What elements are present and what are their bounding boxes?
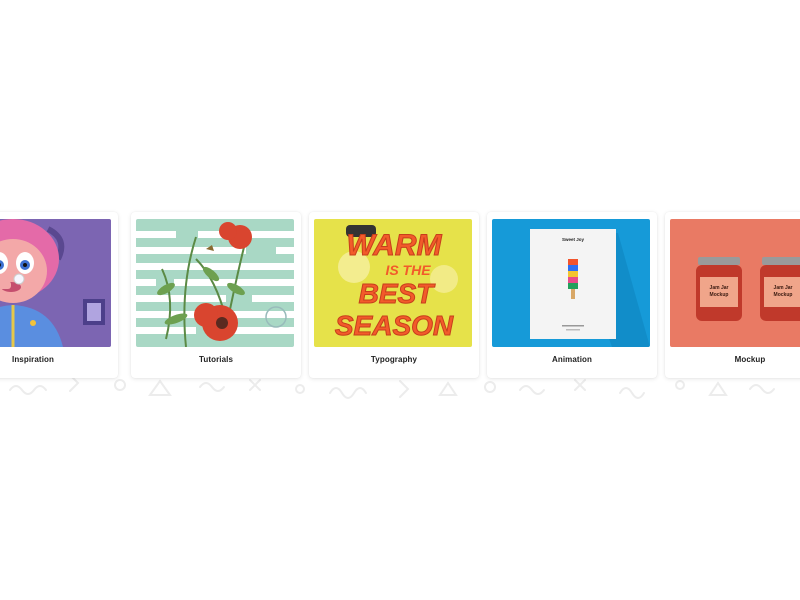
poster-heading: Sweet Joy [562,237,585,242]
category-card-typography[interactable]: WARM IS THE BEST SEASON Typography [309,212,479,378]
illustrated-girl-thumbnail [0,219,111,347]
jar-label-line-2: Mockup [710,292,729,298]
lettering-line-4: SEASON [335,310,454,341]
jar-label-line-1: Jam Jar [710,285,729,291]
category-card-mockup[interactable]: Jam Jar Mockup Jam Jar Mockup Mockup [665,212,800,378]
category-card-animation[interactable]: Sweet Joy Animation [487,212,657,378]
category-label: Inspiration [12,355,54,364]
category-label: Typography [370,355,418,364]
lettering-line-2: IS THE [385,262,431,278]
lettering-thumbnail: WARM IS THE BEST SEASON [314,219,472,347]
jar-label-line-2: Mockup [774,292,793,298]
category-carousel: Inspiration Tutorials WARM IS THE BEST S… [0,0,800,600]
category-label: Mockup [734,355,766,364]
category-card-tutorials[interactable]: Tutorials [131,212,301,378]
floral-collage-thumbnail [136,219,294,347]
lettering-line-3: BEST [359,278,437,309]
category-label: Tutorials [198,355,234,364]
category-label: Animation [551,355,592,364]
lettering-line-1: WARM [347,229,443,262]
jar-mockup-thumbnail: Jam Jar Mockup Jam Jar Mockup [670,219,800,347]
jar-label-line-1: Jam Jar [774,285,793,291]
page: Inspiration Tutorials WARM IS THE BEST S… [0,0,800,600]
poster-mockup-thumbnail: Sweet Joy [492,219,650,347]
category-card-inspiration[interactable]: Inspiration [0,212,118,378]
